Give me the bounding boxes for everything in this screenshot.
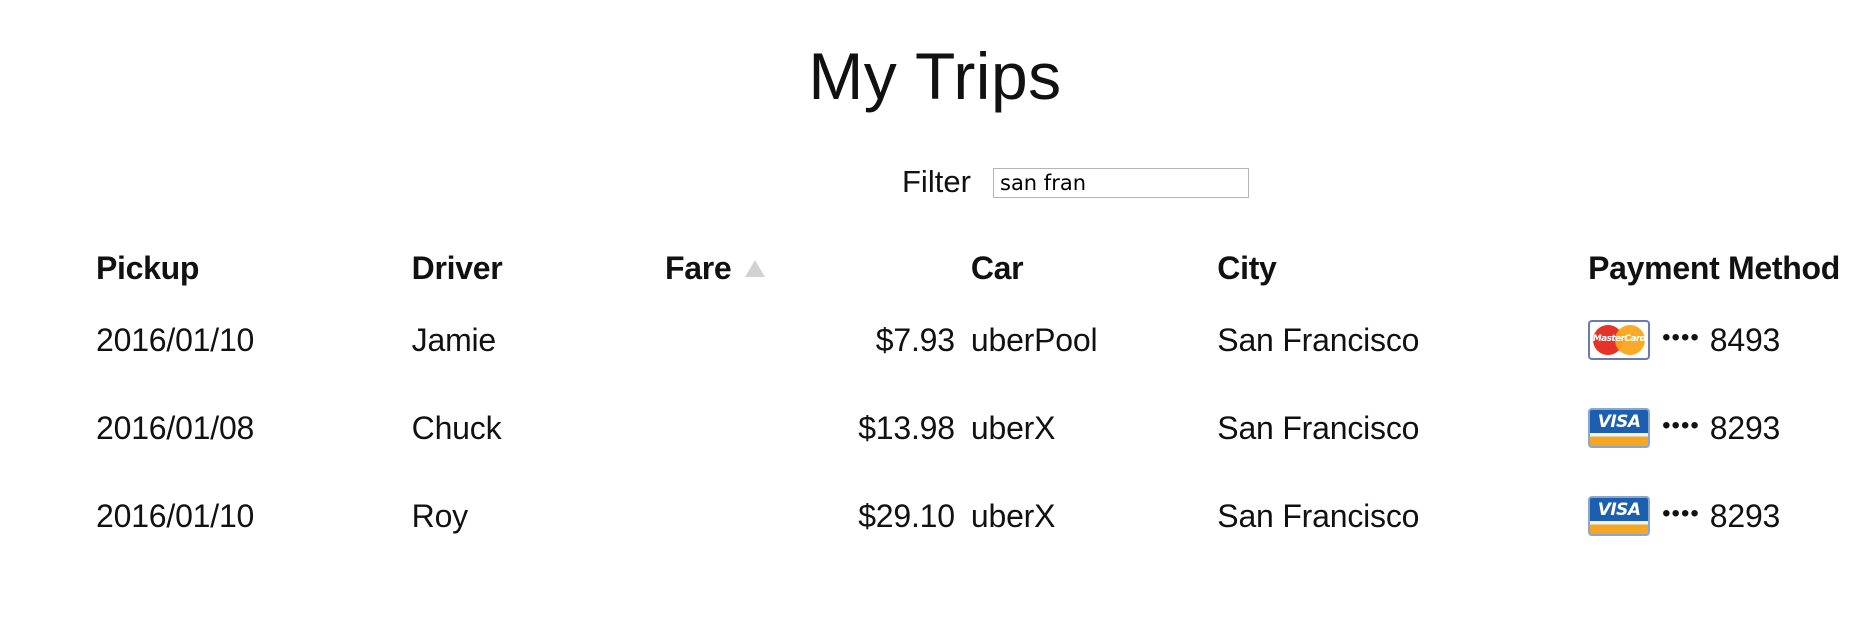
driver-cell: Jamie xyxy=(411,321,497,358)
city-cell: San Francisco xyxy=(1217,409,1420,446)
masked-card-dots: •••• xyxy=(1662,412,1700,439)
column-header-label: Fare xyxy=(664,249,732,286)
column-header-driver[interactable]: Driver xyxy=(396,240,649,296)
card-last4: 8493 xyxy=(1709,321,1781,358)
table-row[interactable]: 2016/01/08 Chuck $13.98 uberX San Franci… xyxy=(80,384,1870,472)
column-header-label: City xyxy=(1217,249,1277,286)
sort-ascending-icon[interactable] xyxy=(745,259,766,277)
trips-table: Pickup Driver Fare Car City Payment Meth… xyxy=(80,240,1870,560)
table-row[interactable]: 2016/01/10 Roy $29.10 uberX San Francisc… xyxy=(80,472,1870,560)
column-header-city[interactable]: City xyxy=(1201,240,1572,296)
city-cell: San Francisco xyxy=(1217,321,1420,358)
pickup-cell: 2016/01/10 xyxy=(96,321,255,358)
fare-cell: $7.93 xyxy=(875,321,955,358)
column-header-label: Car xyxy=(970,249,1024,286)
filter-bar: Filter xyxy=(0,162,1870,202)
card-brand-text: VISA xyxy=(1597,500,1641,520)
visa-icon: VISA xyxy=(1588,496,1651,536)
column-header-label: Payment Method xyxy=(1588,249,1840,286)
masked-card-dots: •••• xyxy=(1662,500,1700,527)
masked-card-dots: •••• xyxy=(1662,324,1700,351)
column-header-pickup[interactable]: Pickup xyxy=(80,240,396,296)
driver-cell: Roy xyxy=(411,497,469,534)
fare-cell: $29.10 xyxy=(858,497,955,534)
column-header-payment-method[interactable]: Payment Method xyxy=(1572,240,1870,296)
fare-cell: $13.98 xyxy=(858,409,955,446)
car-cell: uberX xyxy=(970,409,1056,446)
table-row[interactable]: 2016/01/10 Jamie $7.93 uberPool San Fran… xyxy=(80,296,1870,384)
column-header-car[interactable]: Car xyxy=(955,240,1201,296)
filter-label: Filter xyxy=(902,164,971,199)
city-cell: San Francisco xyxy=(1217,497,1420,534)
table-header-row: Pickup Driver Fare Car City Payment Meth… xyxy=(80,240,1870,296)
column-header-label: Pickup xyxy=(96,249,200,286)
card-last4: 8293 xyxy=(1709,409,1781,446)
visa-icon: VISA xyxy=(1588,408,1651,448)
payment-cell: VISA •••• 8293 xyxy=(1572,472,1870,560)
column-header-label: Driver xyxy=(411,249,503,286)
page-title: My Trips xyxy=(808,39,1062,113)
car-cell: uberX xyxy=(970,497,1056,534)
card-brand-text: MasterCard xyxy=(1592,334,1646,344)
pickup-cell: 2016/01/08 xyxy=(96,409,255,446)
column-header-fare[interactable]: Fare xyxy=(649,240,955,296)
pickup-cell: 2016/01/10 xyxy=(96,497,255,534)
payment-cell: MasterCard •••• 8493 xyxy=(1572,296,1870,384)
filter-input[interactable] xyxy=(993,168,1249,198)
card-last4: 8293 xyxy=(1709,497,1781,534)
card-brand-text: VISA xyxy=(1597,412,1641,432)
mastercard-icon: MasterCard xyxy=(1588,320,1651,360)
driver-cell: Chuck xyxy=(411,409,502,446)
car-cell: uberPool xyxy=(970,321,1098,358)
payment-cell: VISA •••• 8293 xyxy=(1572,384,1870,472)
